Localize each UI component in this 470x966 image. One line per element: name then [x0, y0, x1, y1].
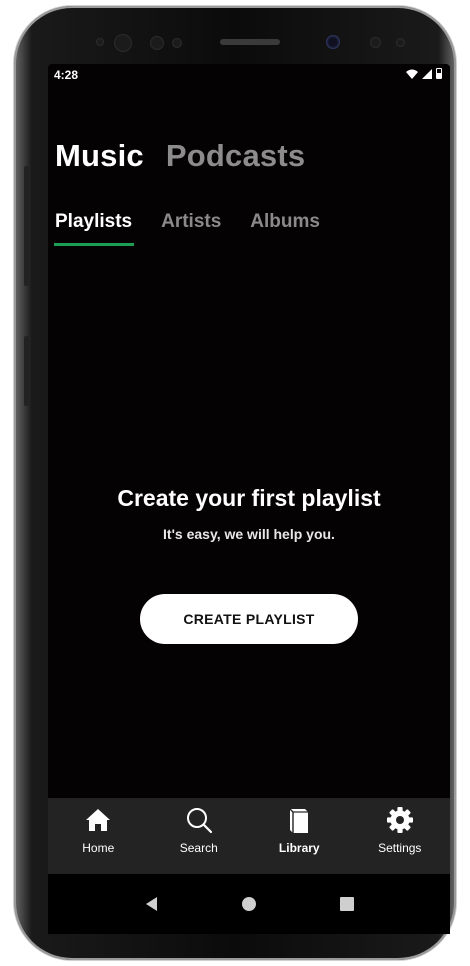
tab-artists-label: Artists: [161, 211, 222, 232]
active-tab-indicator: [54, 243, 135, 246]
recents-square-icon: [340, 897, 354, 911]
tab-albums[interactable]: Albums: [250, 211, 320, 246]
top-bezel: [44, 20, 454, 66]
tab-playlists-label: Playlists: [55, 211, 133, 232]
sensor-dot: [172, 38, 182, 48]
nav-item-settings[interactable]: Settings: [350, 798, 451, 874]
signal-icon: [422, 68, 432, 79]
sensor-dot: [396, 38, 405, 47]
bottom-nav: Home Search Library Settings: [48, 798, 450, 874]
app-screen: 4:28 Music Podcasts Playlists Artists Al…: [48, 64, 450, 934]
nav-label-library: Library: [278, 841, 320, 855]
empty-state-title: Create your first playlist: [117, 485, 381, 511]
earpiece-speaker: [220, 39, 280, 45]
back-button[interactable]: [142, 895, 160, 913]
tab-artists[interactable]: Artists: [161, 211, 221, 246]
nav-label-settings: Settings: [378, 841, 422, 855]
gear-icon: [386, 807, 413, 833]
nav-item-search[interactable]: Search: [149, 798, 250, 874]
nav-item-library[interactable]: Library: [249, 798, 350, 874]
library-sub-tabs: Playlists Artists Albums: [54, 211, 320, 246]
empty-state: Create your first playlist It's easy, we…: [48, 485, 450, 542]
system-navigation-bar: [48, 874, 450, 934]
nav-label-search: Search: [179, 841, 218, 855]
phone-frame: 4:28 Music Podcasts Playlists Artists Al…: [14, 6, 456, 960]
volume-button: [24, 166, 29, 286]
library-icon: [289, 808, 309, 833]
status-bar: 4:28: [48, 64, 450, 86]
tab-podcasts[interactable]: Podcasts: [166, 138, 305, 174]
back-triangle-icon: [145, 897, 157, 911]
nav-label-home: Home: [82, 841, 115, 855]
bixby-button: [24, 336, 29, 406]
sensor-dot: [370, 37, 381, 48]
create-playlist-button[interactable]: CREATE PLAYLIST: [140, 594, 358, 644]
iris-sensor: [114, 34, 132, 52]
tab-playlists[interactable]: Playlists: [54, 211, 135, 246]
sensor-dot: [150, 36, 164, 50]
search-icon: [186, 808, 212, 834]
status-icons: [406, 68, 442, 79]
tab-music[interactable]: Music: [55, 138, 144, 174]
wifi-icon: [406, 69, 418, 79]
home-circle-icon: [242, 897, 256, 911]
status-time: 4:28: [54, 68, 79, 82]
section-tabs: Music Podcasts: [55, 138, 305, 174]
tab-albums-label: Albums: [250, 211, 320, 232]
home-button[interactable]: [240, 895, 258, 913]
battery-icon: [436, 68, 442, 79]
empty-state-subtitle: It's easy, we will help you.: [163, 526, 335, 542]
home-icon: [86, 809, 111, 831]
front-camera: [326, 35, 340, 49]
nav-item-home[interactable]: Home: [48, 798, 149, 874]
sensor-dot: [96, 38, 104, 46]
recents-button[interactable]: [338, 895, 356, 913]
